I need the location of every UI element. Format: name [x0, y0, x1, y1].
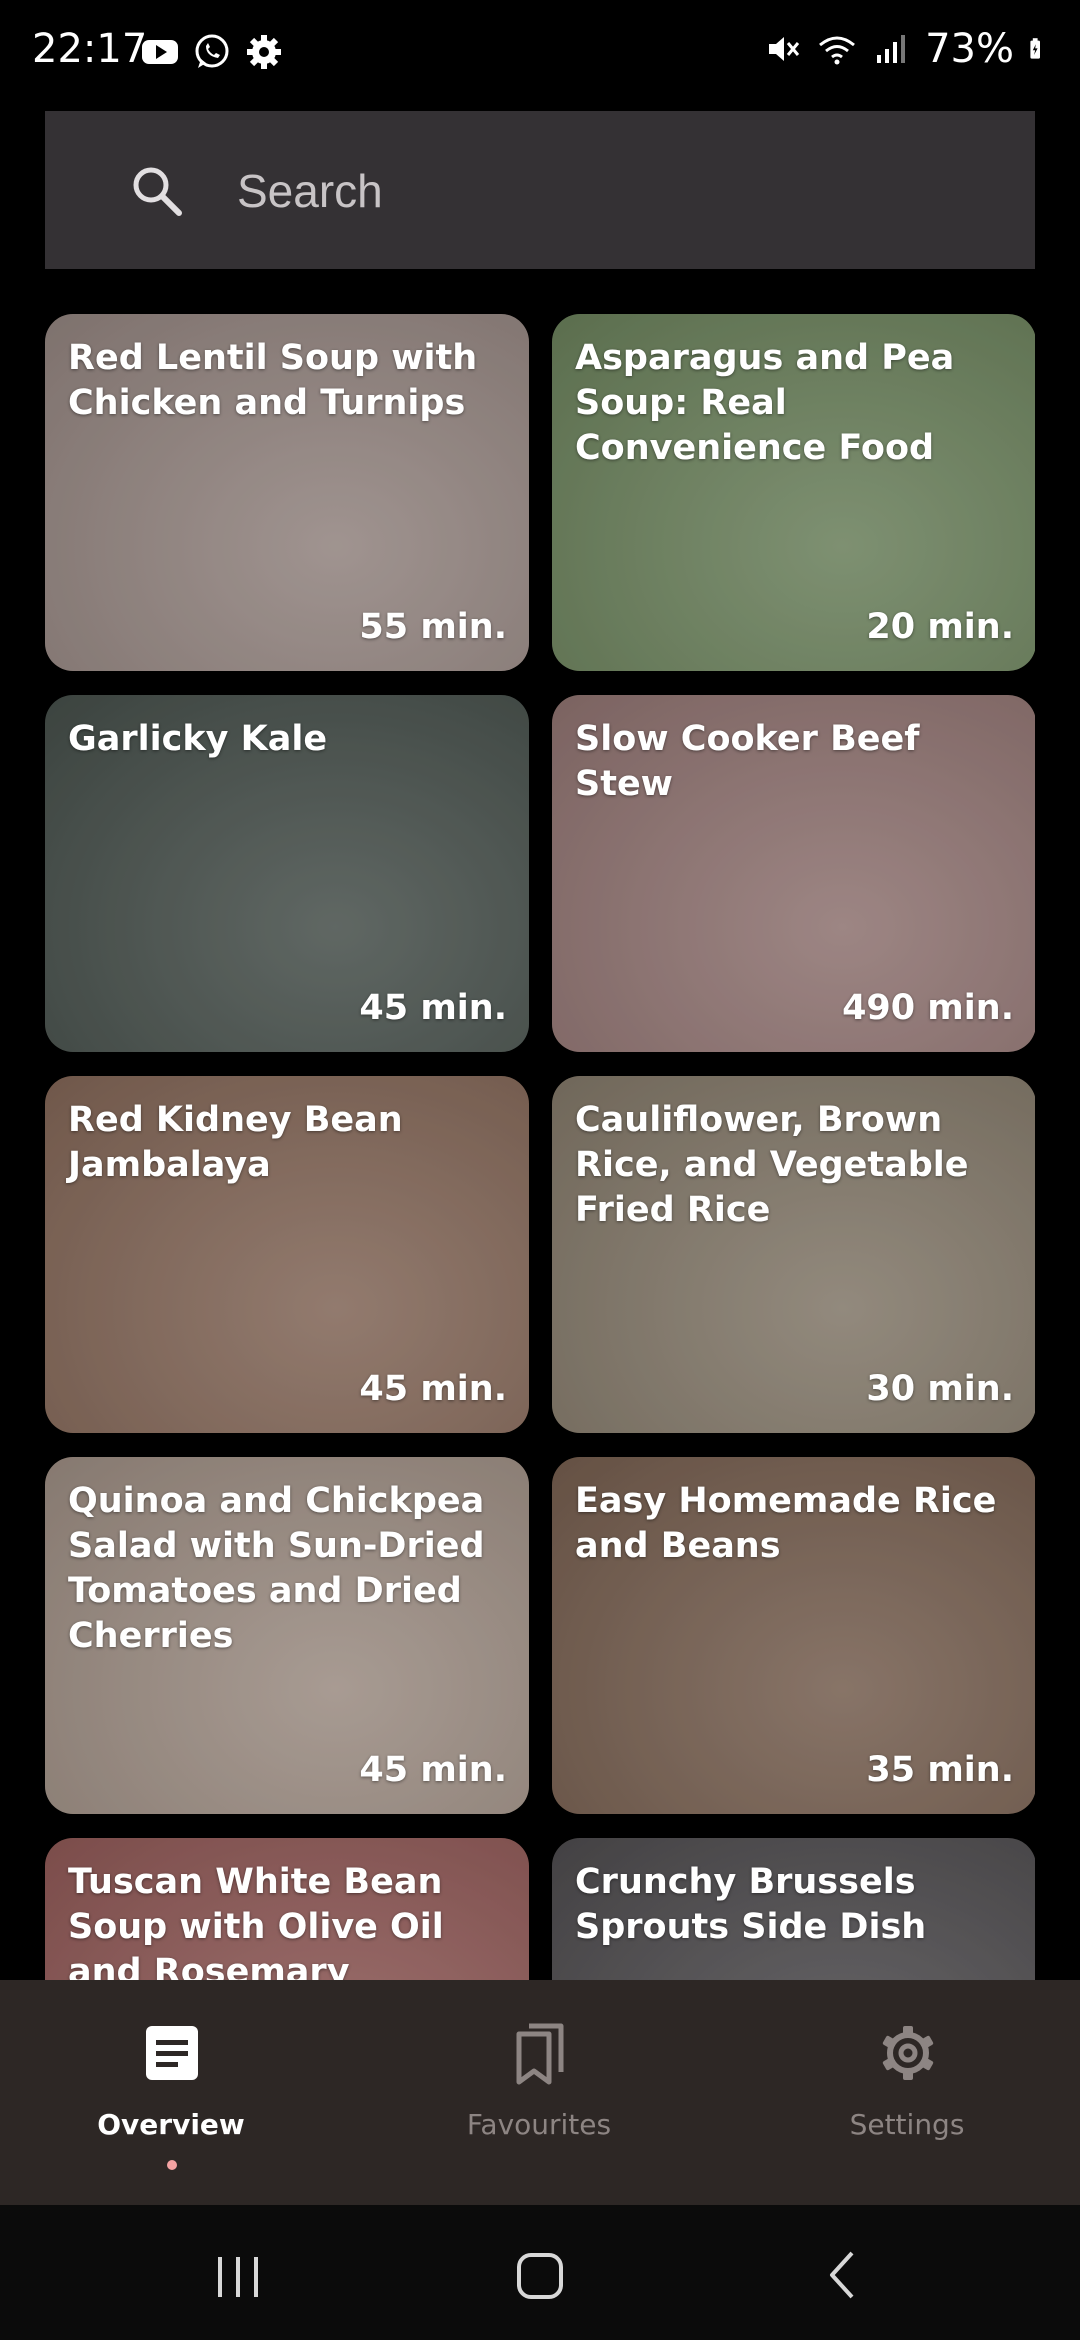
search-icon [133, 167, 182, 216]
recipe-title: Asparagus and Pea Soup: Real Convenience… [575, 338, 955, 468]
recipe-card[interactable]: Crunchy Brussels Sprouts Side Dish [552, 1838, 1035, 1980]
whatsapp-icon [195, 34, 229, 68]
back-button[interactable] [802, 2241, 882, 2305]
recipe-card[interactable]: Red Kidney Bean Jambalaya 45 min. [45, 1076, 529, 1433]
recipe-card[interactable]: Garlicky Kale 45 min. [45, 695, 529, 1052]
status-bar: 22:17 73% [0, 0, 1080, 104]
recipe-card[interactable]: Red Lentil Soup with Chicken and Turnips… [45, 314, 529, 671]
recipe-title: Quinoa and Chickpea Salad with Sun-Dried… [68, 1481, 485, 1656]
status-time: 22:17 [32, 26, 148, 72]
recipe-time: 45 min. [359, 988, 507, 1028]
battery-icon [1030, 38, 1040, 59]
recent-apps-button[interactable] [198, 2241, 278, 2305]
nav-item-overview[interactable]: Overview [21, 1980, 321, 2205]
mute-icon [769, 37, 800, 61]
recipe-title: Slow Cooker Beef Stew [575, 719, 920, 804]
recipe-card[interactable]: Easy Homemade Rice and Beans 35 min. [552, 1457, 1035, 1814]
recipe-time: 20 min. [866, 607, 1014, 647]
recipe-title: Crunchy Brussels Sprouts Side Dish [575, 1862, 927, 1947]
signal-icon [877, 35, 906, 63]
nav-label-favourites: Favourites [466, 2108, 612, 2141]
recipe-time: 55 min. [359, 607, 507, 647]
status-left-icons [140, 32, 284, 72]
recipe-card[interactable]: Quinoa and Chickpea Salad with Sun-Dried… [45, 1457, 529, 1814]
nav-item-favourites[interactable]: Favourites [389, 1980, 689, 2205]
search-bar[interactable] [45, 111, 1035, 269]
bookmarks-icon [516, 2023, 564, 2085]
recipe-grid[interactable]: Red Lentil Soup with Chicken and Turnips… [45, 314, 1035, 1980]
recipe-time: 35 min. [866, 1750, 1014, 1790]
recipe-card[interactable]: Slow Cooker Beef Stew 490 min. [552, 695, 1035, 1052]
recipe-title: Red Lentil Soup with Chicken and Turnips [68, 338, 478, 423]
recipe-time: 45 min. [359, 1750, 507, 1790]
youtube-icon [142, 40, 178, 64]
document-icon [146, 2026, 198, 2080]
settings-icon [247, 35, 281, 69]
nav-item-settings[interactable]: Settings [757, 1980, 1057, 2205]
nav-label-settings: Settings [849, 2108, 965, 2141]
search-input[interactable] [235, 155, 999, 227]
recipe-title: Tuscan White Bean Soup with Olive Oil an… [68, 1862, 444, 1980]
system-navigation-bar [0, 2205, 1080, 2340]
recipe-card[interactable]: Cauliflower, Brown Rice, and Vegetable F… [552, 1076, 1035, 1433]
gear-icon [882, 2026, 934, 2080]
recipe-title: Garlicky Kale [68, 719, 328, 759]
home-button[interactable] [500, 2241, 580, 2305]
status-right: 73% [763, 26, 1052, 72]
nav-active-indicator [167, 2160, 177, 2170]
recipe-title: Red Kidney Bean Jambalaya [68, 1100, 403, 1185]
recipe-time: 30 min. [866, 1369, 1014, 1409]
recipe-time: 490 min. [842, 988, 1014, 1028]
recipe-title: Easy Homemade Rice and Beans [575, 1481, 997, 1566]
nav-label-overview: Overview [97, 2108, 245, 2141]
recipe-card[interactable]: Asparagus and Pea Soup: Real Convenience… [552, 314, 1035, 671]
wifi-icon [819, 36, 856, 65]
recipe-time: 45 min. [359, 1369, 507, 1409]
recipe-card[interactable]: Tuscan White Bean Soup with Olive Oil an… [45, 1838, 529, 1980]
bottom-navigation: Overview Favourites Settings [0, 1980, 1080, 2205]
recipe-title: Cauliflower, Brown Rice, and Vegetable F… [575, 1100, 969, 1230]
battery-percent: 73% [925, 26, 1014, 72]
